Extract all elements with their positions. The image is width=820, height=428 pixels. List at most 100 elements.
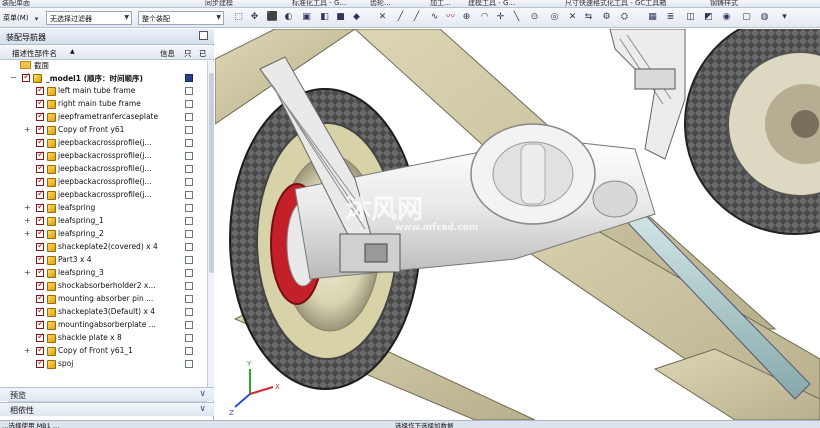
edge-icon[interactable]: ▢	[740, 11, 753, 24]
visibility-checkbox[interactable]	[36, 98, 45, 108]
select-icon[interactable]: ✥	[248, 11, 261, 24]
cross-icon[interactable]: ✕	[566, 11, 579, 24]
tree-row[interactable]: jeepframetranfercaseplate	[0, 111, 207, 124]
tree-row-sections[interactable]: 截面	[0, 61, 207, 72]
expand-icon[interactable]: +	[24, 216, 32, 225]
tree-row[interactable]: + Copy of Front y61_1	[0, 345, 207, 358]
readonly-checkbox[interactable]	[185, 113, 193, 121]
visibility-checkbox[interactable]	[36, 280, 45, 290]
tree-row[interactable]: + Copy of Front y61	[0, 124, 207, 137]
tree-row[interactable]: + leafspring_1	[0, 215, 207, 228]
readonly-checkbox[interactable]	[185, 100, 193, 108]
visibility-checkbox[interactable]	[36, 189, 45, 199]
menu-item-5[interactable]: 建模工具 - G...	[468, 0, 515, 7]
tree-row[interactable]: jeepbackacrossprofile(j...	[0, 189, 207, 202]
target-icon[interactable]: ◎	[548, 11, 561, 24]
arc-icon[interactable]: ◠	[478, 11, 491, 24]
visibility-checkbox[interactable]	[36, 163, 45, 173]
tree-row[interactable]: + leafspring_2	[0, 228, 207, 241]
palette-icon[interactable]: ◩	[702, 11, 715, 24]
menu-item-3[interactable]: 齿轮...	[370, 0, 391, 7]
visibility-checkbox[interactable]	[36, 293, 45, 303]
settings-icon[interactable]: ⚙	[600, 11, 613, 24]
menu-item-0[interactable]: 装配单面	[2, 0, 30, 7]
visibility-checkbox[interactable]	[36, 176, 45, 186]
readonly-checkbox[interactable]	[185, 204, 193, 212]
visibility-checkbox[interactable]	[36, 215, 45, 225]
fill-icon[interactable]: ◉	[720, 11, 733, 24]
expand-icon[interactable]: +	[24, 346, 32, 355]
diagonal-icon[interactable]: ╲	[510, 11, 523, 24]
visibility-checkbox[interactable]	[36, 150, 45, 160]
readonly-checkbox[interactable]	[185, 178, 193, 186]
readonly-checkbox[interactable]	[185, 243, 193, 251]
collapse-icon[interactable]: −	[10, 73, 18, 82]
readonly-checkbox[interactable]	[185, 256, 193, 264]
dependency-section[interactable]: 相依性 ∨	[0, 402, 214, 416]
readonly-checkbox[interactable]	[185, 360, 193, 368]
snap-icon[interactable]: ⬚	[232, 11, 245, 24]
shade-icon[interactable]: ◐	[282, 11, 295, 24]
visibility-checkbox[interactable]	[36, 111, 45, 121]
tree-row[interactable]: + leafspring_3	[0, 267, 207, 280]
tree-row[interactable]: Part3 x 4	[0, 254, 207, 267]
menu-item-1[interactable]: 同步建模	[205, 0, 233, 7]
readonly-checkbox[interactable]	[185, 87, 193, 95]
visibility-checkbox[interactable]	[36, 306, 45, 316]
display-icon[interactable]: ◫	[684, 11, 697, 24]
graphics-viewport[interactable]: X Y Z 沐风网 www.mfcad.com	[215, 29, 820, 420]
tool-icon[interactable]: ⛭	[618, 11, 631, 24]
curve-icon[interactable]: 〰	[444, 11, 457, 24]
blue-cube-icon[interactable]: ■	[334, 11, 347, 24]
readonly-checkbox[interactable]	[185, 321, 193, 329]
expand-icon[interactable]: +	[24, 229, 32, 238]
menu-button[interactable]: 菜单(M)	[3, 13, 29, 23]
expand-icon[interactable]: +	[24, 268, 32, 277]
tree-row[interactable]: shockabsorberholder2 x...	[0, 280, 207, 293]
visibility-checkbox[interactable]	[36, 228, 45, 238]
tree-row[interactable]: shackeplate2(covered) x 4	[0, 241, 207, 254]
tree-row-root-assembly[interactable]: − _model1 (顺序：时间顺序)	[0, 72, 207, 85]
save-icon[interactable]	[185, 74, 193, 82]
mirror-icon[interactable]: ⇆	[582, 11, 595, 24]
visibility-checkbox[interactable]	[36, 358, 45, 368]
readonly-checkbox[interactable]	[185, 126, 193, 134]
tree-row[interactable]: right main tube frame	[0, 98, 207, 111]
cube-icon[interactable]: ⬛	[266, 11, 279, 24]
maximize-icon[interactable]	[199, 31, 208, 40]
readonly-checkbox[interactable]	[185, 347, 193, 355]
visibility-checkbox[interactable]	[36, 319, 45, 329]
tree-row[interactable]: jeepbackacrossprofile(j...	[0, 163, 207, 176]
visibility-checkbox[interactable]	[36, 267, 45, 277]
preview-section[interactable]: 预览 ∨	[0, 387, 214, 401]
center-icon[interactable]: ⊙	[528, 11, 541, 24]
readonly-checkbox[interactable]	[185, 191, 193, 199]
column-readonly[interactable]: 只	[184, 48, 192, 59]
menu-item-6[interactable]: 尺寸快速格式化工具 - GC工具箱	[565, 0, 666, 7]
readonly-checkbox[interactable]	[185, 152, 193, 160]
expand-icon[interactable]: +	[24, 125, 32, 134]
readonly-checkbox[interactable]	[185, 308, 193, 316]
circle-icon[interactable]: ⊕	[460, 11, 473, 24]
line-icon[interactable]: ╱	[394, 11, 407, 24]
menu-item-7[interactable]: 钢铸样式	[710, 0, 738, 7]
sketch-icon[interactable]: ∿	[428, 11, 441, 24]
visibility-checkbox[interactable]	[36, 254, 45, 264]
readonly-checkbox[interactable]	[185, 230, 193, 238]
render-icon[interactable]: ◍	[758, 11, 771, 24]
line2-icon[interactable]: ╱	[410, 11, 423, 24]
box-icon[interactable]: ◧	[318, 11, 331, 24]
tree-row[interactable]: jeepbackacrossprofile(j...	[0, 176, 207, 189]
chevron-down-icon[interactable]: ▾	[30, 13, 43, 26]
selection-filter-dropdown[interactable]: 无选择过滤器 ▼	[46, 11, 132, 25]
tree-row[interactable]: mounting absorber pin ...	[0, 293, 207, 306]
visibility-checkbox[interactable]	[36, 137, 45, 147]
grid-icon[interactable]: ▦	[646, 11, 659, 24]
layers-icon[interactable]: ≣	[664, 11, 677, 24]
more-icon[interactable]: ▾	[778, 11, 791, 24]
view-icon[interactable]: ▣	[300, 11, 313, 24]
tree-row[interactable]: mountingabsorberplate ...	[0, 319, 207, 332]
menu-item-2[interactable]: 标准化工具 - G...	[292, 0, 346, 7]
column-name[interactable]: 描述性部件名	[12, 48, 57, 59]
cube-select-icon[interactable]: ◆	[350, 11, 363, 24]
